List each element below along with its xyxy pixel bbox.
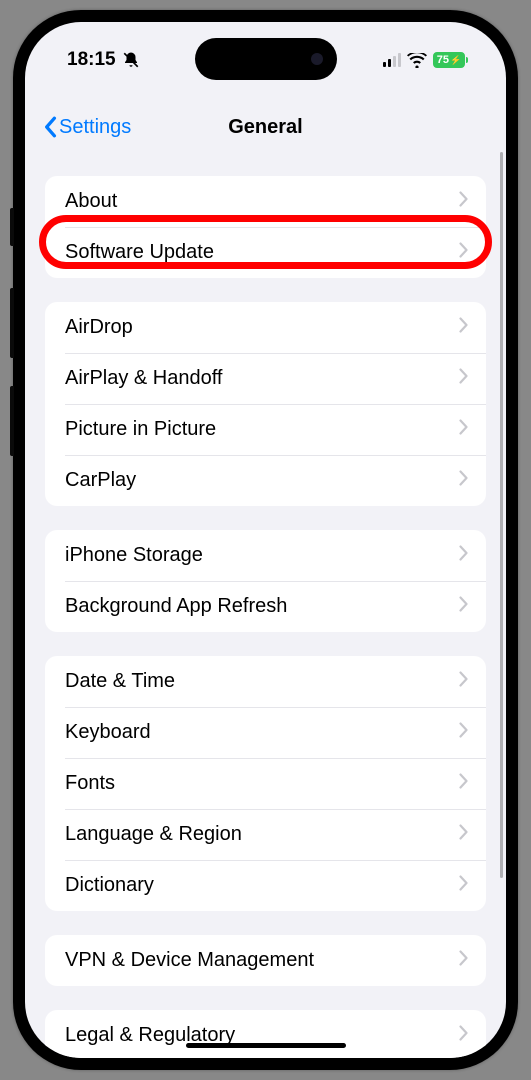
settings-content[interactable]: About Software Update AirDrop AirPlay & Han…: [25, 158, 506, 1058]
row-label: AirDrop: [65, 316, 133, 339]
chevron-left-icon: [43, 116, 57, 138]
wifi-icon: [407, 53, 427, 68]
row-label: Background App Refresh: [65, 595, 287, 618]
back-label: Settings: [59, 116, 131, 139]
row-legal-regulatory[interactable]: Legal & Regulatory: [45, 1010, 486, 1058]
chevron-right-icon: [459, 470, 468, 491]
settings-group: iPhone Storage Background App Refresh: [45, 530, 486, 632]
settings-group: VPN & Device Management: [45, 935, 486, 986]
settings-group: AirDrop AirPlay & Handoff Picture in Pictu…: [45, 302, 486, 506]
settings-group: About Software Update: [45, 176, 486, 278]
row-language-region[interactable]: Language & Region: [45, 809, 486, 860]
chevron-right-icon: [459, 722, 468, 743]
row-about[interactable]: About: [45, 176, 486, 227]
row-date-time[interactable]: Date & Time: [45, 656, 486, 707]
chevron-right-icon: [459, 317, 468, 338]
chevron-right-icon: [459, 545, 468, 566]
row-label: Fonts: [65, 772, 115, 795]
row-label: Keyboard: [65, 721, 151, 744]
nav-bar: Settings General: [25, 100, 506, 154]
row-label: Date & Time: [65, 670, 175, 693]
row-label: AirPlay & Handoff: [65, 367, 223, 390]
home-indicator[interactable]: [186, 1043, 346, 1048]
row-label: Picture in Picture: [65, 418, 216, 441]
back-button[interactable]: Settings: [43, 116, 131, 139]
chevron-right-icon: [459, 773, 468, 794]
page-title: General: [228, 116, 302, 139]
row-label: VPN & Device Management: [65, 949, 314, 972]
row-vpn-device-management[interactable]: VPN & Device Management: [45, 935, 486, 986]
row-dictionary[interactable]: Dictionary: [45, 860, 486, 911]
chevron-right-icon: [459, 950, 468, 971]
row-background-app-refresh[interactable]: Background App Refresh: [45, 581, 486, 632]
chevron-right-icon: [459, 596, 468, 617]
row-airdrop[interactable]: AirDrop: [45, 302, 486, 353]
chevron-right-icon: [459, 368, 468, 389]
row-iphone-storage[interactable]: iPhone Storage: [45, 530, 486, 581]
dynamic-island: [195, 38, 337, 80]
chevron-right-icon: [459, 875, 468, 896]
chevron-right-icon: [459, 1025, 468, 1046]
chevron-right-icon: [459, 671, 468, 692]
settings-group: Legal & Regulatory: [45, 1010, 486, 1058]
row-airplay-handoff[interactable]: AirPlay & Handoff: [45, 353, 486, 404]
chevron-right-icon: [459, 242, 468, 263]
phone-frame: 18:15 75⚡ Settings: [13, 10, 518, 1070]
row-picture-in-picture[interactable]: Picture in Picture: [45, 404, 486, 455]
row-label: Software Update: [65, 241, 214, 264]
row-label: Language & Region: [65, 823, 242, 846]
row-keyboard[interactable]: Keyboard: [45, 707, 486, 758]
row-label: CarPlay: [65, 469, 136, 492]
silent-icon: [122, 51, 140, 69]
row-label: iPhone Storage: [65, 544, 203, 567]
cellular-icon: [383, 53, 401, 67]
row-label: About: [65, 190, 117, 213]
status-time: 18:15: [67, 49, 116, 71]
row-fonts[interactable]: Fonts: [45, 758, 486, 809]
row-label: Dictionary: [65, 874, 154, 897]
chevron-right-icon: [459, 191, 468, 212]
row-carplay[interactable]: CarPlay: [45, 455, 486, 506]
battery-icon: 75⚡: [433, 52, 468, 68]
chevron-right-icon: [459, 419, 468, 440]
scroll-indicator[interactable]: [500, 152, 503, 878]
side-buttons: [10, 208, 14, 484]
screen: 18:15 75⚡ Settings: [25, 22, 506, 1058]
settings-group: Date & Time Keyboard Fonts Language & Regio…: [45, 656, 486, 911]
row-software-update[interactable]: Software Update: [45, 227, 486, 278]
chevron-right-icon: [459, 824, 468, 845]
